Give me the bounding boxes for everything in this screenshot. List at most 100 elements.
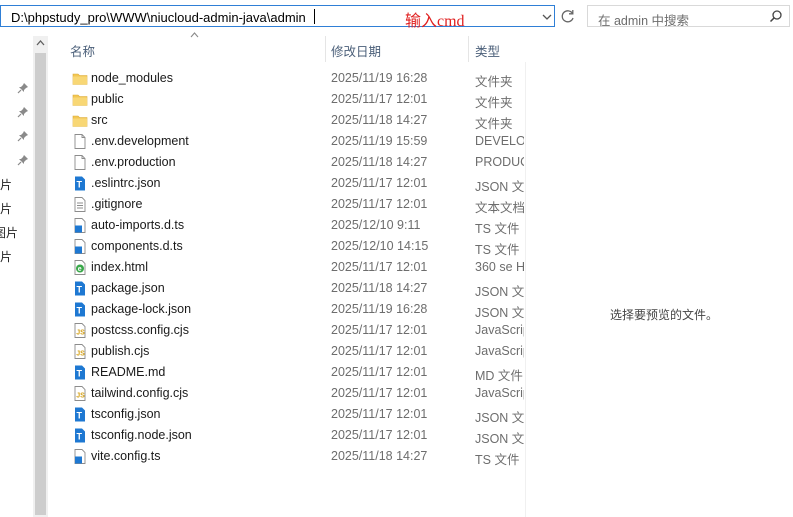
file-row[interactable]: Tpackage-lock.json 2025/11/19 16:28 JSON 文… bbox=[67, 299, 527, 320]
scrollbar-thumb[interactable] bbox=[35, 53, 46, 515]
preview-message: 选择要预览的文件。 bbox=[610, 308, 719, 322]
nav-item-label[interactable]: 片 bbox=[0, 176, 12, 193]
file-type: JavaScript bbox=[475, 386, 524, 400]
svg-text:e: e bbox=[78, 266, 82, 273]
pin-icon[interactable] bbox=[17, 106, 29, 118]
file-modified-date: 2025/11/17 12:01 bbox=[331, 260, 428, 274]
file-name[interactable]: postcss.config.cjs bbox=[91, 323, 189, 337]
file-type: JSON 文件 bbox=[475, 411, 524, 425]
file-type: DEVELOPMENT bbox=[475, 134, 524, 148]
file-type: TS 文件 bbox=[475, 243, 520, 257]
js-file-icon: JS bbox=[72, 343, 88, 360]
file-name[interactable]: package.json bbox=[91, 281, 165, 295]
svg-text:T: T bbox=[77, 369, 83, 379]
file-modified-date: 2025/12/10 9:11 bbox=[331, 218, 421, 232]
text-caret bbox=[314, 9, 315, 24]
nav-scrollbar[interactable] bbox=[33, 36, 48, 517]
file-type: JavaScript bbox=[475, 344, 524, 358]
scroll-up-arrow-icon[interactable] bbox=[36, 39, 45, 46]
file-type: PRODUCTION bbox=[475, 155, 524, 169]
column-header-type[interactable]: 类型 bbox=[475, 41, 500, 60]
file-modified-date: 2025/11/17 12:01 bbox=[331, 386, 428, 400]
file-type: JSON 文件 bbox=[475, 432, 524, 446]
nav-item-label[interactable]: 片 bbox=[0, 248, 12, 265]
file-row[interactable]: JS publish.cjs 2025/11/17 12:01 JavaScript bbox=[67, 341, 527, 362]
refresh-icon[interactable] bbox=[558, 6, 578, 26]
chevron-down-icon[interactable] bbox=[539, 8, 555, 26]
pin-icon[interactable] bbox=[17, 154, 29, 166]
file-name[interactable]: index.html bbox=[91, 260, 148, 274]
file-name[interactable]: publish.cjs bbox=[91, 344, 149, 358]
json-file-icon: T bbox=[72, 406, 88, 423]
file-name[interactable]: src bbox=[91, 113, 108, 127]
file-type: 文件夹 bbox=[475, 96, 513, 110]
file-modified-date: 2025/11/17 12:01 bbox=[331, 176, 428, 190]
file-row[interactable]: auto-imports.d.ts 2025/12/10 9:11 TS 文件 bbox=[67, 215, 527, 236]
file-row[interactable]: Ttsconfig.json 2025/11/17 12:01 JSON 文件 bbox=[67, 404, 527, 425]
file-name[interactable]: node_modules bbox=[91, 71, 173, 85]
file-name[interactable]: .env.production bbox=[91, 155, 176, 169]
column-divider[interactable] bbox=[468, 36, 469, 62]
address-bar[interactable]: D:\phpstudy_pro\WWW\niucloud-admin-java\… bbox=[0, 5, 555, 30]
file-name[interactable]: auto-imports.d.ts bbox=[91, 218, 184, 232]
file-name[interactable]: tailwind.config.cjs bbox=[91, 386, 188, 400]
file-row[interactable]: node_modules 2025/11/19 16:28 文件夹 bbox=[67, 68, 527, 89]
column-header-date[interactable]: 修改日期 bbox=[331, 41, 381, 60]
file-row[interactable]: components.d.ts 2025/12/10 14:15 TS 文件 bbox=[67, 236, 527, 257]
file-name[interactable]: .gitignore bbox=[91, 197, 142, 211]
file-row[interactable]: T README.md 2025/11/17 12:01 MD 文件 bbox=[67, 362, 527, 383]
file-row[interactable]: Tpackage.json 2025/11/18 14:27 JSON 文件 bbox=[67, 278, 527, 299]
file-name[interactable]: tsconfig.json bbox=[91, 407, 160, 421]
file-type: JavaScript bbox=[475, 323, 524, 337]
file-name[interactable]: .env.development bbox=[91, 134, 189, 148]
svg-text:T: T bbox=[77, 411, 83, 421]
file-type: JSON 文件 bbox=[475, 285, 524, 299]
file-modified-date: 2025/11/18 14:27 bbox=[331, 449, 428, 463]
file-name[interactable]: package-lock.json bbox=[91, 302, 191, 316]
svg-text:T: T bbox=[77, 180, 83, 190]
search-icon[interactable] bbox=[769, 9, 783, 23]
file-row[interactable]: JS postcss.config.cjs 2025/11/17 12:01 Java… bbox=[67, 320, 527, 341]
search-box[interactable]: 在 admin 中搜索 bbox=[587, 5, 790, 29]
svg-text:JS: JS bbox=[76, 393, 85, 400]
md-file-icon: T bbox=[72, 364, 88, 381]
file-modified-date: 2025/11/17 12:01 bbox=[331, 344, 428, 358]
file-modified-date: 2025/11/17 12:01 bbox=[331, 407, 428, 421]
file-row[interactable]: .env.development 2025/11/19 15:59 DEVELOPM… bbox=[67, 131, 527, 152]
file-modified-date: 2025/11/17 12:01 bbox=[331, 365, 428, 379]
address-path[interactable]: D:\phpstudy_pro\WWW\niucloud-admin-java\… bbox=[11, 10, 306, 25]
column-header-name[interactable]: 名称 bbox=[70, 41, 95, 60]
file-row[interactable]: JS tailwind.config.cjs 2025/11/17 12:01 Jav… bbox=[67, 383, 527, 404]
file-row[interactable]: Ttsconfig.node.json 2025/11/17 12:01 JSON … bbox=[67, 425, 527, 446]
svg-text:JS: JS bbox=[76, 351, 85, 358]
folder-icon bbox=[72, 91, 88, 108]
file-row[interactable]: e index.html 2025/11/17 12:01 360 se HTML bbox=[67, 257, 527, 278]
file-name[interactable]: .eslintrc.json bbox=[91, 176, 160, 190]
search-input[interactable]: 在 admin 中搜索 bbox=[598, 10, 689, 29]
file-name[interactable]: vite.config.ts bbox=[91, 449, 160, 463]
file-row[interactable]: src 2025/11/18 14:27 文件夹 bbox=[67, 110, 527, 131]
svg-text:T: T bbox=[77, 285, 83, 295]
file-row[interactable]: T .eslintrc.json 2025/11/17 12:01 JSON 文件 bbox=[67, 173, 527, 194]
file-row[interactable]: .gitignore 2025/11/17 12:01 文本文档 bbox=[67, 194, 527, 215]
file-type: TS 文件 bbox=[475, 453, 520, 467]
file-row[interactable]: public 2025/11/17 12:01 文件夹 bbox=[67, 89, 527, 110]
folder-icon bbox=[72, 112, 88, 129]
nav-item-label[interactable]: 片 bbox=[0, 200, 12, 217]
file-type: JSON 文件 bbox=[475, 306, 524, 320]
nav-item-label[interactable]: 图片 bbox=[0, 224, 18, 241]
file-name[interactable]: README.md bbox=[91, 365, 165, 379]
pin-icon[interactable] bbox=[17, 130, 29, 142]
file-type: MD 文件 bbox=[475, 369, 523, 383]
ts-file-icon bbox=[72, 217, 88, 234]
file-name[interactable]: tsconfig.node.json bbox=[91, 428, 192, 442]
file-modified-date: 2025/11/19 16:28 bbox=[331, 302, 428, 316]
pin-icon[interactable] bbox=[17, 82, 29, 94]
column-divider[interactable] bbox=[325, 36, 326, 62]
file-row[interactable]: vite.config.ts 2025/11/18 14:27 TS 文件 bbox=[67, 446, 527, 467]
file-name[interactable]: public bbox=[91, 92, 124, 106]
json-file-icon: T bbox=[72, 427, 88, 444]
file-name[interactable]: components.d.ts bbox=[91, 239, 183, 253]
file-row[interactable]: .env.production 2025/11/18 14:27 PRODUCTIO… bbox=[67, 152, 527, 173]
file-modified-date: 2025/11/18 14:27 bbox=[331, 281, 428, 295]
